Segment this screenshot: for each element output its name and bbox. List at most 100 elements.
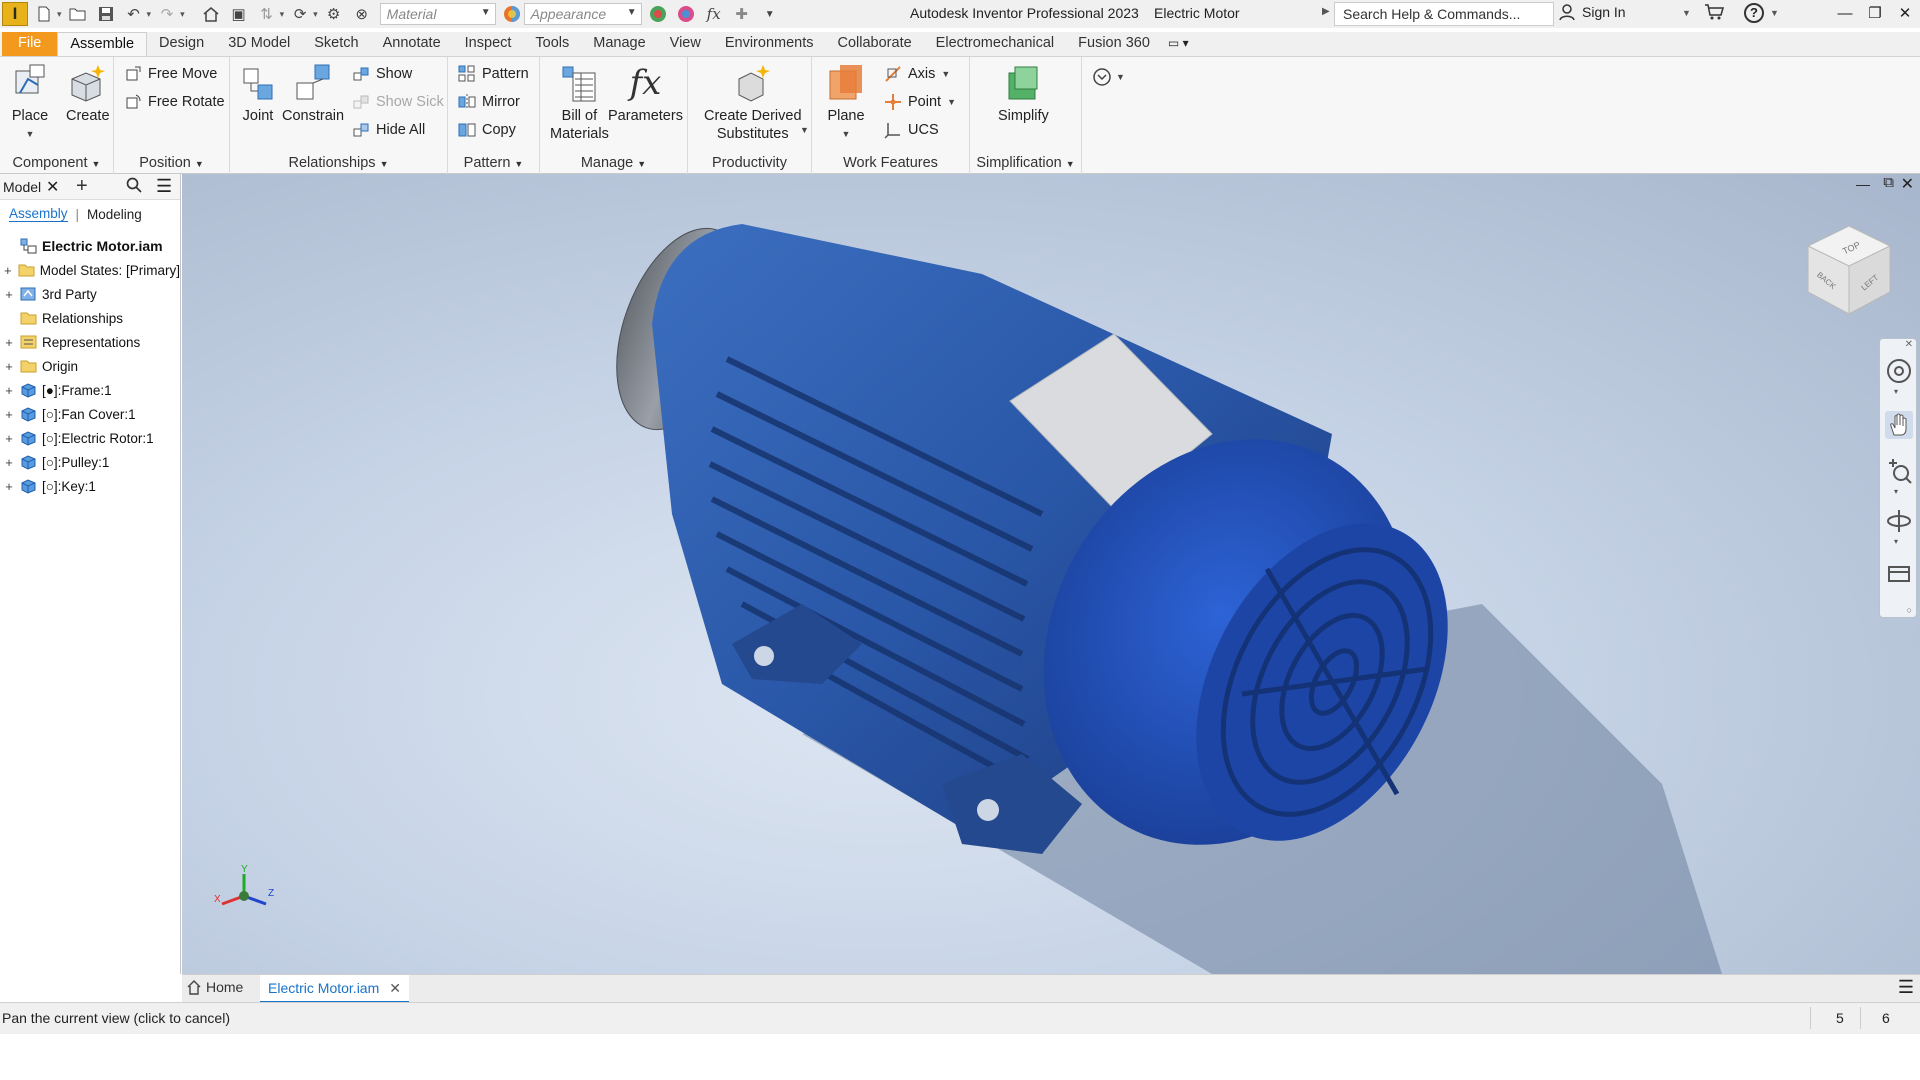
new-file-caret-icon[interactable]: ▾ [57,9,62,20]
document-tab-close-icon[interactable]: ✕ [389,980,401,996]
place-caret-icon[interactable]: ▼ [26,125,35,143]
tree-node[interactable]: + Representations [0,330,180,354]
parameters-button[interactable]: fx Parameters [608,63,683,125]
redo-caret-icon[interactable]: ▾ [180,9,185,20]
plane-button[interactable]: Plane ▼ [826,63,866,143]
relationships-group-label[interactable]: Relationships ▼ [230,155,447,171]
pattern-group-label[interactable]: Pattern ▼ [448,155,539,171]
tab-tools[interactable]: Tools [523,32,581,56]
show-sick-button[interactable]: Show Sick [352,93,444,111]
tree-expand-icon[interactable]: + [4,407,14,422]
component-group-label[interactable]: Component ▼ [0,155,113,171]
document-tab-electric-motor[interactable]: Electric Motor.iam ✕ [260,975,409,1003]
material-combo[interactable]: Material ▼ [379,3,496,25]
ucs-button[interactable]: UCS [884,121,939,139]
tab-view[interactable]: View [658,32,713,56]
free-move-button[interactable]: Free Move [124,65,217,83]
tab-inspect[interactable]: Inspect [453,32,524,56]
mirror-button[interactable]: Mirror [458,93,520,111]
ilogic-icon[interactable]: ⚙ [322,3,346,25]
search-help-input[interactable]: Search Help & Commands... [1334,2,1554,26]
minimize-icon[interactable]: — [1830,2,1860,26]
project-icon[interactable]: ▣ [227,3,251,25]
customize-qa-icon[interactable]: ▼ [758,3,782,25]
browser-title[interactable]: Model [3,179,41,195]
steering-wheel-caret-icon[interactable]: ▾ [1894,387,1898,396]
sign-in-caret-icon[interactable]: ▼ [1682,8,1691,18]
appearance-override-icon[interactable]: ⊗ [350,3,374,25]
zoom-caret-icon[interactable]: ▾ [1894,487,1898,496]
tab-manage[interactable]: Manage [581,32,657,56]
search-expand-icon[interactable]: ▶ [1322,6,1330,17]
clear-appearance-icon[interactable] [674,3,698,25]
tree-node[interactable]: + [○]:Pulley:1 [0,450,180,474]
orbit-icon[interactable] [1885,507,1913,535]
tree-expand-icon[interactable]: + [4,455,14,470]
pattern-button[interactable]: Pattern [458,65,529,83]
update-caret-icon[interactable]: ▾ [313,9,318,20]
tree-node[interactable]: + [○]:Key:1 [0,474,180,498]
tab-annotate[interactable]: Annotate [371,32,453,56]
tree-expand-icon[interactable]: + [4,431,14,446]
update-icon[interactable]: ⟳ [288,3,312,25]
position-group-label[interactable]: Position ▼ [114,155,229,171]
appearance-combo[interactable]: Appearance ▼ [523,3,642,25]
tree-expand-icon[interactable]: + [4,263,12,278]
ribbon-display-options-icon[interactable]: ▭ ▾ [1168,36,1189,56]
create-derived-caret-icon[interactable]: ▼ [800,125,809,135]
tab-electromechanical[interactable]: Electromechanical [924,32,1066,56]
tree-expand-icon[interactable]: + [4,383,14,398]
tree-expand-icon[interactable]: + [4,287,14,302]
browser-menu-icon[interactable]: ☰ [156,176,172,197]
tree-root-node[interactable]: Electric Motor.iam [0,234,180,258]
tree-node[interactable]: Relationships [0,306,180,330]
hide-all-button[interactable]: Hide All [352,121,425,139]
material-combo-arrow-icon[interactable]: ▼ [481,7,491,18]
tab-3d-model[interactable]: 3D Model [216,32,302,56]
create-button[interactable]: Create [66,63,110,125]
place-button[interactable]: Place ▼ [10,63,50,143]
copy-button[interactable]: Copy [458,121,516,139]
save-icon[interactable] [94,3,118,25]
subtab-assembly[interactable]: Assembly [9,206,68,222]
tab-design[interactable]: Design [147,32,216,56]
undo-caret-icon[interactable]: ▾ [147,9,152,20]
select-filter-caret-icon[interactable]: ▾ [280,9,285,20]
tree-expand-icon[interactable]: + [4,335,14,350]
navbar-customize-icon[interactable]: ○ [1907,605,1912,615]
document-tabs-menu-icon[interactable]: ☰ [1898,977,1914,998]
tree-expand-icon[interactable]: + [4,359,14,374]
tab-sketch[interactable]: Sketch [302,32,370,56]
navbar-close-icon[interactable]: ✕ [1905,339,1913,350]
tree-node[interactable]: + Model States: [Primary] [0,258,180,282]
create-derived-substitutes-button[interactable]: Create Derived Substitutes [704,63,802,143]
new-file-icon[interactable] [32,3,56,25]
parameters-quick-icon[interactable]: fx [702,3,726,25]
electric-motor-model[interactable] [182,174,1920,974]
tree-node[interactable]: + [○]:Electric Rotor:1 [0,426,180,450]
open-file-icon[interactable] [66,3,90,25]
inventor-logo[interactable]: I [2,2,28,26]
look-at-icon[interactable] [1885,559,1913,587]
tree-node[interactable]: + [●]:Frame:1 [0,378,180,402]
zoom-icon[interactable] [1885,457,1913,485]
tree-node[interactable]: + [○]:Fan Cover:1 [0,402,180,426]
add-panel-button[interactable]: ▼ [1092,67,1125,87]
manage-group-label[interactable]: Manage ▼ [540,155,687,171]
close-icon[interactable]: ✕ [1890,2,1920,26]
appearance-sphere-icon[interactable] [500,3,524,25]
sign-in-button[interactable]: Sign In [1558,3,1626,21]
tab-collaborate[interactable]: Collaborate [826,32,924,56]
adjust-appearance-icon[interactable] [646,3,670,25]
tab-file[interactable]: File [2,32,58,56]
tree-expand-icon[interactable]: + [4,479,14,494]
point-button[interactable]: Point ▼ [884,93,956,111]
axis-button[interactable]: Axis ▼ [884,65,950,83]
add-icon[interactable]: ✚ [730,3,754,25]
cart-icon[interactable] [1704,3,1724,26]
show-button[interactable]: Show [352,65,412,83]
tab-assemble[interactable]: Assemble [57,32,148,56]
appearance-combo-arrow-icon[interactable]: ▼ [627,7,637,18]
home-tab[interactable]: Home [186,979,243,995]
browser-add-icon[interactable]: + [76,175,88,198]
